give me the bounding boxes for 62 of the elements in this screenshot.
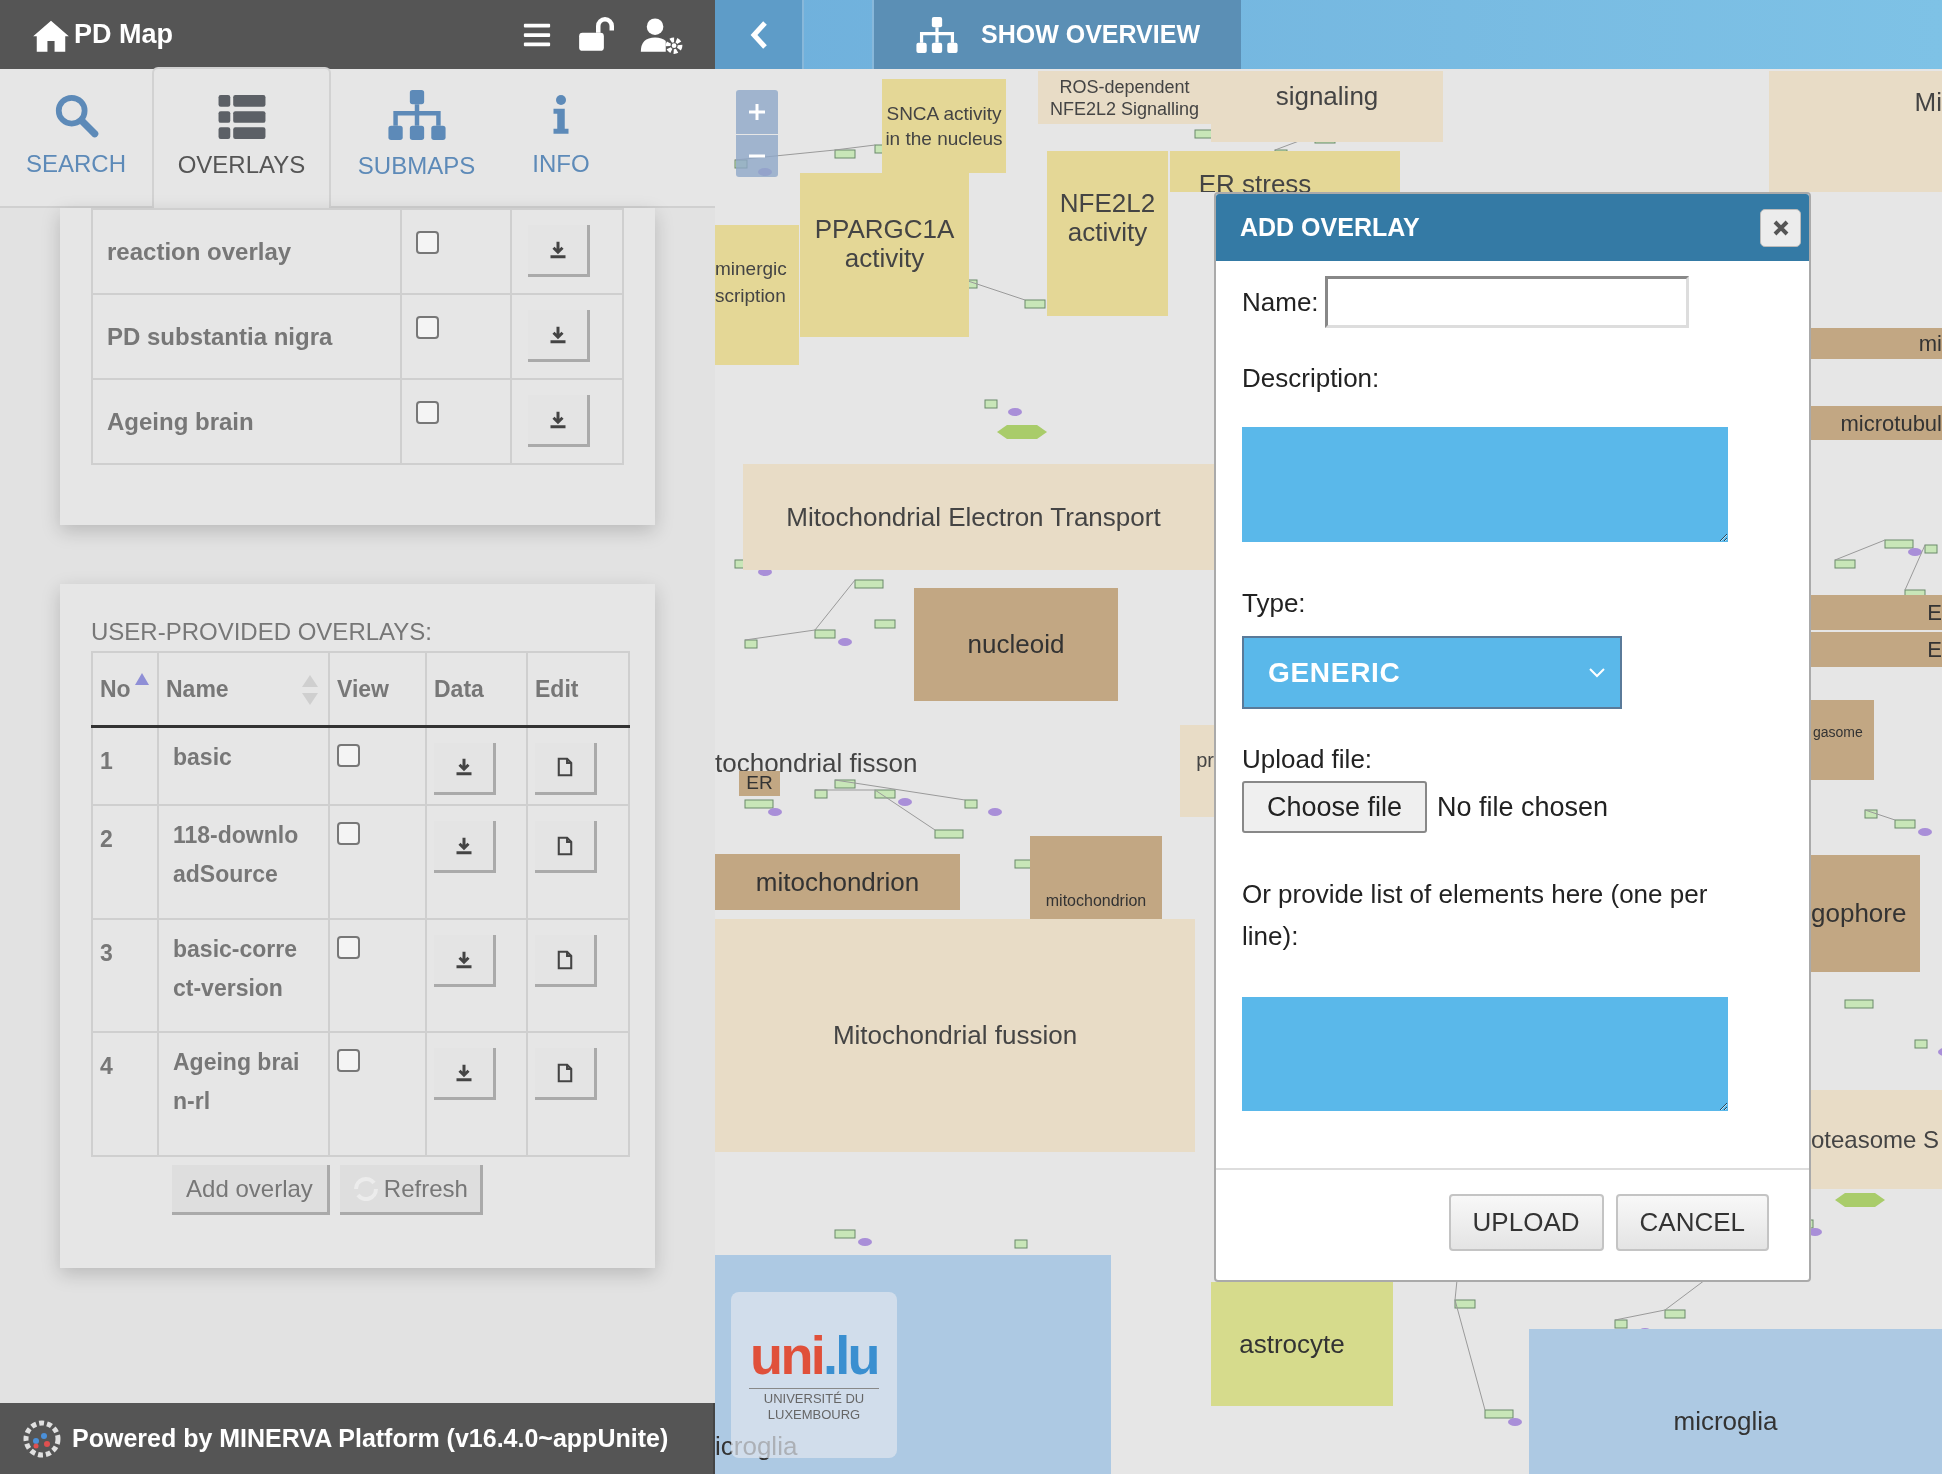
type-select[interactable]: GENERIC (1242, 636, 1622, 709)
compartment: astrocyte (1211, 1282, 1393, 1406)
app-title[interactable]: PD Map (74, 14, 173, 55)
row-number: 4 (92, 1032, 158, 1156)
compartment: E (1811, 632, 1942, 667)
field-label: Name: (1242, 285, 1319, 319)
logo-mark: uni (750, 1327, 823, 1382)
dialog-title: ADD OVERLAY (1240, 211, 1420, 243)
overlay-name: 118-downloadSource (158, 805, 329, 919)
compartment: PPARGC1A activity (800, 173, 969, 337)
nav-tab[interactable]: OVERLAYS (152, 67, 331, 208)
field-label: Upload file: (1242, 744, 1374, 774)
compartment: Mi (1769, 71, 1942, 192)
compartment: mitochondrion (715, 854, 960, 910)
overlay-name: PD substantia nigra (92, 294, 401, 379)
refresh-button[interactable]: Refresh (339, 1165, 483, 1215)
column-header[interactable]: No (100, 675, 131, 702)
logo-mark: .lu (823, 1327, 878, 1382)
show-overview-button[interactable]: SHOW OVERVIEW (874, 0, 1241, 69)
nav-tab[interactable]: INFO (502, 67, 620, 206)
overlay-name: basic-correct-version (158, 919, 329, 1032)
compartment: gasome (1811, 700, 1874, 780)
field-label: Type: (1242, 588, 1307, 618)
overlay-name: Ageing brain-rl (158, 1032, 329, 1156)
add-overlay-button[interactable]: Add overlay (172, 1165, 330, 1215)
compartment: gophore (1811, 855, 1920, 972)
choose-file-button[interactable]: Choose file (1242, 781, 1427, 833)
row-number: 3 (92, 919, 158, 1032)
compartment: Mitochondrial Electron Transport (743, 464, 1214, 570)
column-header: Data (434, 675, 484, 702)
compartment: E (1811, 595, 1942, 630)
column-header[interactable]: Name (166, 675, 229, 702)
compartment: microglia (1529, 1329, 1942, 1474)
overlay-name: basic (158, 726, 329, 805)
nav-tab[interactable]: SUBMAPS (331, 67, 502, 206)
cancel-button[interactable]: CANCEL (1615, 1194, 1769, 1251)
compartment: minergic scription (715, 225, 799, 365)
compartment: NFE2L2 activity (1047, 151, 1168, 316)
compartment: SNCA activity in the nucleus (882, 79, 1006, 173)
column-header: Edit (535, 675, 579, 702)
row-number: 2 (92, 805, 158, 919)
compartment: signaling (1211, 71, 1443, 142)
footer-link[interactable]: Powered by MINERVA Platform (v16.4.0~appUnite) (72, 1419, 669, 1458)
compartment: mi (1811, 328, 1942, 359)
overlay-name: Ageing brain (92, 379, 401, 464)
logo-caption: UNIVERSITÉ DU LUXEMBOURG (749, 1387, 879, 1423)
file-status: No file chosen (1437, 790, 1609, 824)
section-heading: USER-PROVIDED OVERLAYS: (91, 617, 433, 647)
overlay-name: reaction overlay (92, 209, 401, 294)
field-label: Description: (1242, 363, 1381, 393)
nav-tab[interactable]: SEARCH (0, 67, 152, 206)
row-number: 1 (92, 726, 158, 805)
compartment: nucleoid (914, 588, 1118, 701)
compartment: pr (1180, 725, 1214, 817)
column-header: View (337, 675, 389, 702)
compartment: ER (739, 771, 780, 796)
compartment: oteasome S (1811, 1090, 1942, 1189)
compartment: Mitochondrial fussion (715, 919, 1195, 1152)
compartment: microtubul (1811, 406, 1942, 440)
field-label: Or provide list of elements here (one per line): (1242, 878, 1709, 953)
upload-button[interactable]: UPLOAD (1448, 1194, 1604, 1251)
compartment: ROS-dependent NFE2L2 Signalling (1038, 71, 1211, 124)
